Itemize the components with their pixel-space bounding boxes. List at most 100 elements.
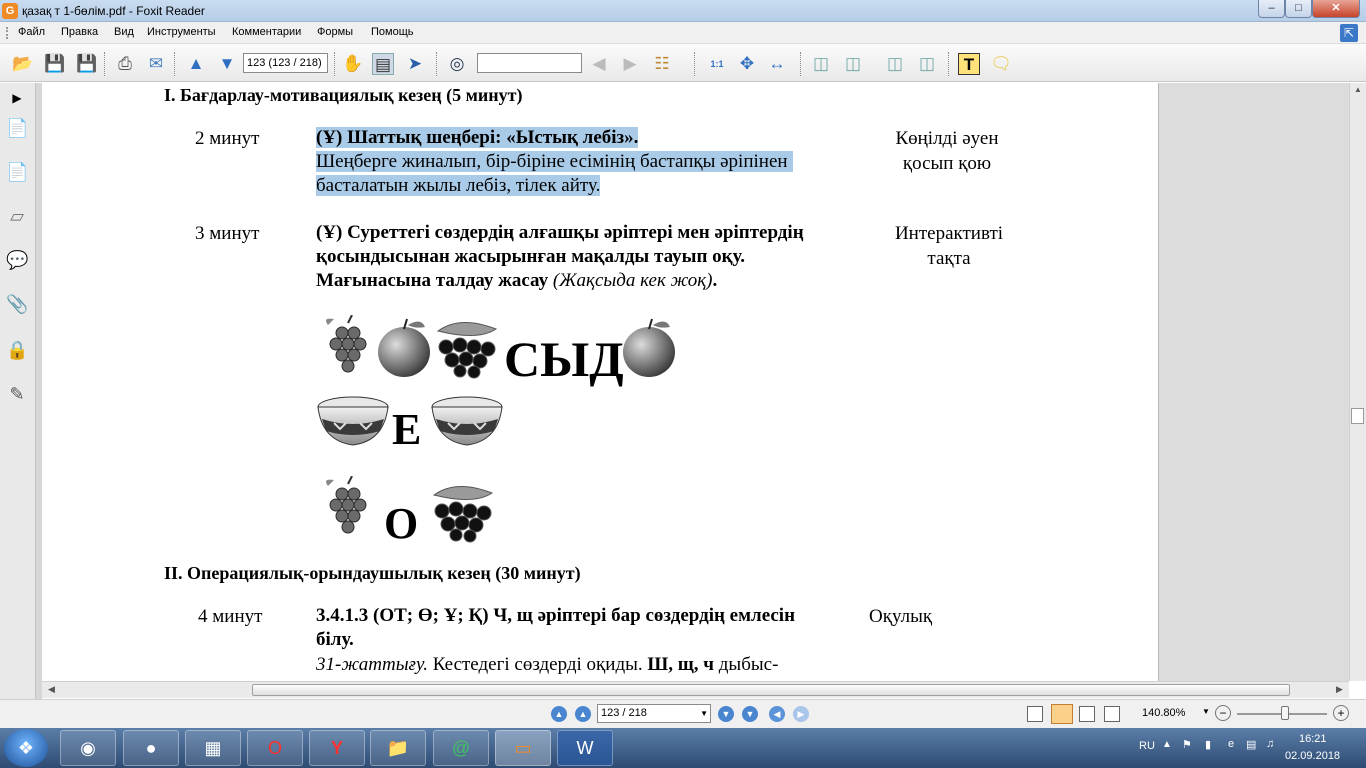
pdf-create-icon[interactable]: ◫ [810,53,832,75]
toolbar-separator [174,52,175,76]
app-color-icon[interactable]: ● [123,730,179,766]
continuous-page-icon[interactable] [1051,704,1073,724]
next-page-icon[interactable]: ▼ [216,53,238,75]
open-folder-icon[interactable]: 📂 [12,53,34,75]
language-indicator[interactable]: RU [1139,740,1155,752]
continuous-facing-icon[interactable] [1104,706,1120,722]
grapes-image [326,476,367,534]
hand-tool-icon[interactable]: ✋ [342,53,364,75]
pdf-export-icon[interactable]: ◫ [884,53,906,75]
row2-line2: қосындысынан жасырынған мақалды тауып оқ… [316,246,745,267]
document-panel-icon[interactable]: 📄 [6,161,28,183]
find-binoculars-icon[interactable]: ◎ [446,53,468,75]
pdf-combine-icon[interactable]: ◫ [916,53,938,75]
puzzle-letter-o: О [384,499,419,548]
tray-browser-icon[interactable]: e [1228,738,1234,750]
back-arrow-icon[interactable]: ◀ [769,706,785,722]
actual-size-icon[interactable]: 1:1 [706,53,728,75]
email-icon[interactable]: ✉ [145,53,167,75]
typewriter-icon[interactable]: T [958,53,980,75]
next-page-icon[interactable]: ▼ [718,706,734,722]
note-comment-icon[interactable]: 🗨 [990,53,1012,75]
search-options-icon[interactable]: ☷ [651,53,673,75]
print-icon[interactable]: ⎙ [114,53,136,75]
close-button[interactable]: ✕ [1312,0,1360,18]
row1-resource-line1: Көңілді әуен [895,128,999,149]
fit-page-icon[interactable]: ✥ [736,53,758,75]
pdf-convert-icon[interactable]: ◫ [842,53,864,75]
fit-width-icon[interactable]: ↔ [766,53,788,75]
pages-panel-icon[interactable]: 📄 [6,117,28,139]
mail-agent-icon[interactable]: @ [433,730,489,766]
tray-device-icon[interactable]: ▮ [1205,738,1211,751]
attachments-panel-icon[interactable]: 📎 [6,293,28,315]
foxit-taskbar-icon[interactable]: ▭ [495,730,551,766]
zoom-out-icon[interactable]: − [1215,705,1231,721]
zoom-slider-thumb[interactable] [1281,706,1289,720]
minimize-button[interactable]: – [1258,0,1285,18]
last-page-icon[interactable]: ▼ [742,706,758,722]
forward-arrow-icon[interactable]: ▶ [793,706,809,722]
menu-tools[interactable]: Инструменты [147,26,216,38]
page-dropdown-icon[interactable]: ▼ [700,705,708,722]
horizontal-scroll-thumb[interactable] [252,684,1290,696]
vertical-scroll-thumb[interactable] [1351,408,1364,424]
menu-help[interactable]: Помощь [371,26,414,38]
facing-page-icon[interactable] [1079,706,1095,722]
yandex-icon[interactable]: Y [309,730,365,766]
zoom-level[interactable]: 140.80% [1142,707,1185,719]
previous-page-icon[interactable]: ▲ [575,706,591,722]
scroll-right-icon[interactable]: ▶ [1336,684,1343,695]
page-number-field[interactable]: 123 (123 / 218) [243,53,328,73]
signature-panel-icon[interactable]: ✎ [6,383,28,405]
menu-comments[interactable]: Комментарии [232,26,301,38]
save-icon[interactable]: 💾 [44,53,66,75]
scroll-left-icon[interactable]: ◀ [48,684,55,695]
first-page-icon[interactable]: ▲ [551,706,567,722]
opera-icon[interactable]: O [247,730,303,766]
explorer-folder-icon[interactable]: 📁 [370,730,426,766]
calculator-icon[interactable]: ▦ [185,730,241,766]
row2-time: 3 минут [195,223,260,244]
black-currant-image [432,486,494,543]
vertical-scrollbar[interactable]: ▲ [1349,83,1366,681]
find-previous-icon[interactable]: ◀ [588,53,610,75]
find-next-icon[interactable]: ▶ [619,53,641,75]
select-arrow-icon[interactable]: ➤ [404,53,426,75]
status-page-field[interactable]: 123 / 218 ▼ [597,704,711,723]
volume-icon[interactable]: ♫ [1266,738,1274,750]
restore-window-icon[interactable]: ⇱ [1340,24,1358,42]
show-hidden-icons-icon[interactable]: ▲ [1162,739,1172,750]
maximize-button[interactable]: □ [1285,0,1312,18]
scroll-up-icon[interactable]: ▲ [1354,85,1362,94]
chrome-icon[interactable]: ◉ [60,730,116,766]
word-icon[interactable]: W [557,730,613,766]
menu-forms[interactable]: Формы [317,26,353,38]
search-input[interactable] [477,53,582,73]
comments-panel-icon[interactable]: 💬 [6,249,28,271]
previous-page-icon[interactable]: ▲ [185,53,207,75]
clock-date[interactable]: 02.09.2018 [1285,750,1340,762]
save-as-icon[interactable]: 💾 [76,53,98,75]
zoom-in-icon[interactable]: + [1333,705,1349,721]
zoom-dropdown-icon[interactable]: ▼ [1202,707,1210,716]
bookmark-panel-icon[interactable]: ▱ [6,205,28,227]
start-button[interactable]: ❖ [4,729,48,767]
row1-time: 2 минут [195,128,260,149]
clock-time[interactable]: 16:21 [1299,733,1327,745]
single-page-icon[interactable] [1027,706,1043,722]
tray-flag-icon[interactable]: ⚑ [1182,738,1192,751]
row1-text-line2: басталатын жылы лебіз, тілек айту. [316,175,601,196]
toolbar-separator [800,52,801,76]
menu-edit[interactable]: Правка [61,26,98,38]
security-lock-icon[interactable]: 🔒 [6,339,28,361]
grapes-image [326,315,367,373]
network-icon[interactable]: ▤ [1246,738,1256,751]
menu-view[interactable]: Вид [114,26,134,38]
expand-panel-icon[interactable]: ▶ [6,87,28,109]
select-text-icon[interactable]: ▤ [372,53,394,75]
menu-grip-icon [6,27,9,39]
menu-file[interactable]: Файл [18,26,45,38]
bowl-image [317,396,389,446]
black-currant-image [436,322,498,379]
